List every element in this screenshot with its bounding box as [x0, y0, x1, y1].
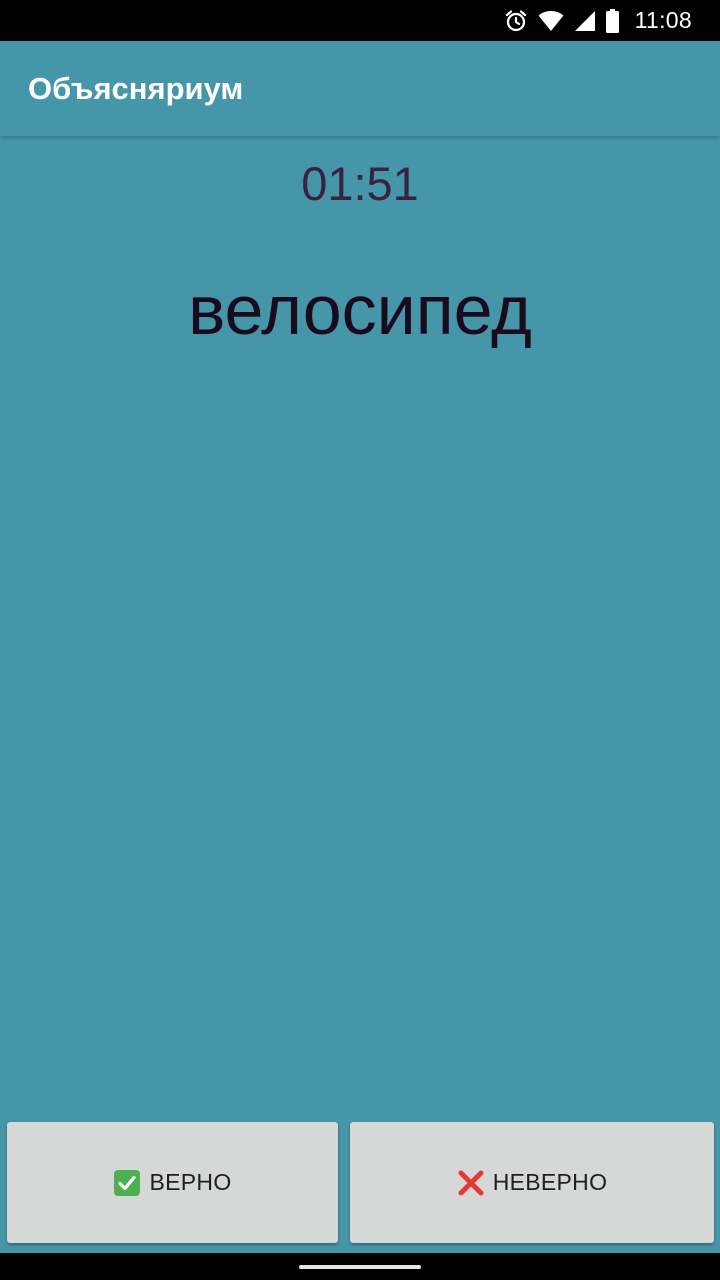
status-time: 11:08: [634, 7, 692, 33]
correct-button[interactable]: ВЕРНО: [7, 1122, 338, 1243]
cross-mark-icon: [457, 1169, 485, 1197]
home-handle[interactable]: [299, 1265, 421, 1269]
countdown-timer: 01:51: [301, 157, 419, 210]
navigation-bar: [0, 1253, 720, 1280]
status-bar: 11:08: [0, 0, 720, 41]
alarm-icon: [504, 9, 528, 33]
app-title: Объясняриум: [28, 71, 244, 106]
battery-icon: [605, 8, 619, 33]
wrong-button-label: НЕВЕРНО: [492, 1169, 608, 1195]
status-icons: 11:08: [504, 0, 692, 41]
check-mark-icon: [113, 1169, 141, 1197]
correct-button-label: ВЕРНО: [149, 1169, 232, 1195]
wrong-button[interactable]: НЕВЕРНО: [350, 1122, 714, 1243]
word-to-explain: велосипед: [188, 271, 532, 349]
app-bar: Объясняриум: [0, 41, 720, 136]
wifi-icon: [538, 10, 564, 32]
cell-signal-icon: [574, 10, 596, 32]
